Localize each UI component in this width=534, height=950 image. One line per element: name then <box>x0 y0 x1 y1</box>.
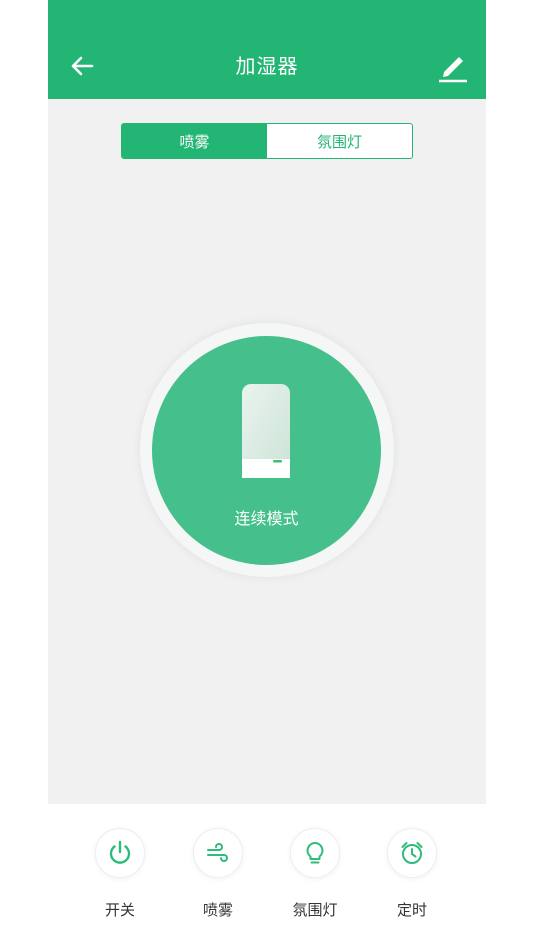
toolbar-ambient-light-label: 氛围灯 <box>292 901 338 919</box>
header-bar: 加湿器 <box>48 0 486 99</box>
bottom-toolbar: 开关 喷雾 氛围灯 定时 <box>0 804 534 950</box>
toolbar-power[interactable]: 开关 <box>80 828 160 920</box>
timer-button[interactable] <box>387 828 437 878</box>
spray-button[interactable] <box>193 828 243 878</box>
toolbar-spray-label: 喷雾 <box>202 901 233 919</box>
toolbar-spray[interactable]: 喷雾 <box>178 828 258 920</box>
ambient-light-button[interactable] <box>290 828 340 878</box>
alarm-clock-icon <box>401 842 423 864</box>
toolbar-power-label: 开关 <box>104 901 135 919</box>
mode-label: 连续模式 <box>234 509 299 528</box>
toolbar-timer-label: 定时 <box>396 901 427 919</box>
toolbar-ambient-light[interactable]: 氛围灯 <box>275 828 355 920</box>
power-button[interactable] <box>95 828 145 878</box>
edit-button[interactable] <box>436 48 470 84</box>
page-title: 加湿器 <box>235 54 299 78</box>
bulb-icon <box>306 842 324 864</box>
pencil-icon <box>439 57 467 83</box>
wind-icon <box>207 843 228 862</box>
power-icon <box>109 840 131 864</box>
humidifier-device-icon <box>242 384 290 478</box>
toolbar-timer[interactable]: 定时 <box>372 828 452 920</box>
tab-spray[interactable]: 喷雾 <box>122 124 267 158</box>
tab-ambient-light[interactable]: 氛围灯 <box>267 124 412 158</box>
mode-segmented-control: 喷雾 氛围灯 <box>121 123 413 159</box>
app-screen: 加湿器 喷雾 氛围灯 连续模式 <box>48 0 486 804</box>
